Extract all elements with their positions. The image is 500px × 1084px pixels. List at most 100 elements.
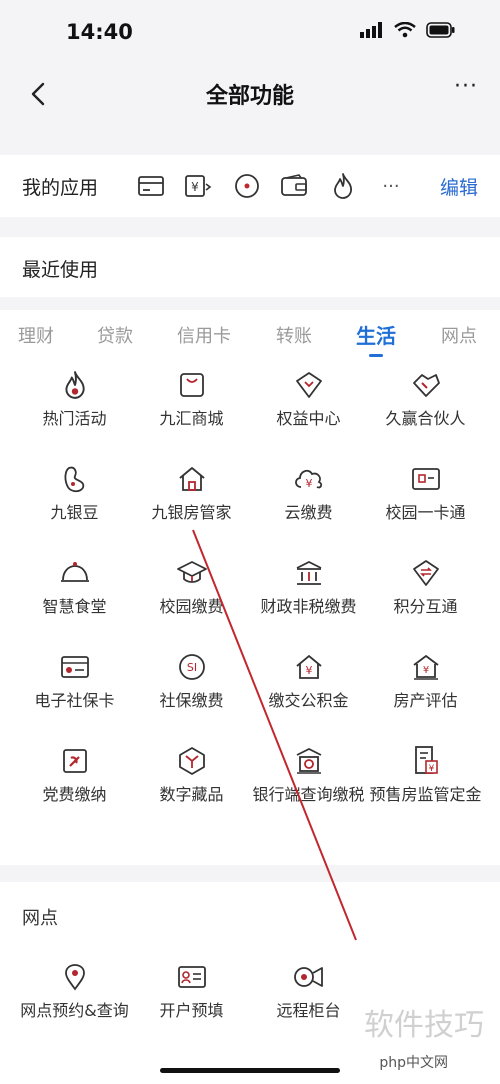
svg-text:¥: ¥ [305,477,312,490]
item-label: 九银豆 [50,503,99,522]
item-label: 网点预约&查询 [20,1001,129,1020]
points-exchange-item[interactable]: 积分互通 [363,556,488,618]
graduation-cap-icon [175,556,209,590]
item-label: 银行端查询缴税 [252,785,365,804]
status-icons [360,22,456,38]
item-label: 权益中心 [276,409,341,428]
social-security-card-icon [58,650,92,684]
svg-text:SI: SI [186,661,196,674]
item-label: 开户预填 [159,1001,224,1020]
cube-icon [175,744,209,778]
tab-daikuan[interactable]: 贷款 [97,322,133,348]
jiuyin-bean-item[interactable]: 九银豆 [12,462,137,524]
item-label: 房产评估 [393,691,458,710]
campus-payment-item[interactable]: 校园缴费 [129,556,254,618]
tab-branch[interactable]: 网点 [441,322,477,348]
form-card-icon [175,960,209,994]
si-badge-icon: SI [175,650,209,684]
card-icon[interactable] [136,171,166,201]
fiscal-payment-item[interactable]: 财政非税缴费 [246,556,371,618]
my-apps-card: 我的应用 ¥ ··· 编辑 [0,155,500,217]
smart-canteen-item[interactable]: 智慧食堂 [12,556,137,618]
jiuhui-mall-item[interactable]: 九汇商城 [129,368,254,430]
document-yuan-icon: ¥ [409,744,443,778]
housing-fund-item[interactable]: ¥ 缴交公积金 [246,650,371,712]
svg-text:¥: ¥ [191,180,199,194]
more-button[interactable]: ··· [454,74,478,99]
account-prefill-item[interactable]: 开户预填 [129,960,254,1022]
features-card: 理财 贷款 信用卡 转账 生活 网点 热门活动 九汇商城 权益中心 久赢合伙人 [0,310,500,865]
campus-card-item[interactable]: 校园一卡通 [363,462,488,524]
watermark: 软件技巧 [364,1008,484,1043]
recent-label: 最近使用 [22,259,99,281]
svg-text:¥: ¥ [305,664,312,677]
partner-item[interactable]: 久赢合伙人 [363,368,488,430]
party-emblem-icon [58,744,92,778]
signal-icon [360,22,382,38]
house-value-icon: ¥ [409,650,443,684]
watermark-site: php中文网 [379,1055,448,1071]
food-cloche-icon [58,556,92,590]
exchange-diamond-icon [409,556,443,590]
tab-credit-card[interactable]: 信用卡 [177,322,231,348]
video-camera-icon [292,960,326,994]
item-label: 校园一卡通 [385,503,466,522]
item-label: 云缴费 [284,503,333,522]
wallet-icon[interactable] [280,171,310,201]
remote-counter-item[interactable]: 远程柜台 [246,960,371,1022]
edit-button[interactable]: 编辑 [440,173,478,200]
house-icon [175,462,209,496]
my-apps-icons: ¥ ··· [136,171,406,201]
handshake-icon [409,368,443,402]
flame-icon[interactable] [328,171,358,201]
more-apps-icon[interactable]: ··· [376,171,406,201]
cloud-payment-item[interactable]: ¥ 云缴费 [246,462,371,524]
home-indicator [160,1068,340,1073]
nav-bar: 全部功能 ··· [0,64,500,124]
item-label: 预售房监管定金 [369,785,482,804]
house-yuan-icon: ¥ [292,650,326,684]
id-card-icon [409,462,443,496]
item-label: 九汇商城 [159,409,224,428]
shopping-bag-icon [175,368,209,402]
tab-licai[interactable]: 理财 [18,322,54,348]
item-label: 积分互通 [393,597,458,616]
property-valuation-item[interactable]: ¥ 房产评估 [363,650,488,712]
cloud-yuan-icon: ¥ [292,462,326,496]
hot-activity-item[interactable]: 热门活动 [12,368,137,430]
house-steward-item[interactable]: 九银房管家 [129,462,254,524]
item-label: 智慧食堂 [42,597,107,616]
bean-icon [58,462,92,496]
social-payment-item[interactable]: SI 社保缴费 [129,650,254,712]
item-label: 远程柜台 [276,1001,341,1020]
rights-center-item[interactable]: 权益中心 [246,368,371,430]
social-card-item[interactable]: 电子社保卡 [12,650,137,712]
item-label: 电子社保卡 [34,691,115,710]
tab-life[interactable]: 生活 [356,320,396,349]
yuan-transfer-icon[interactable]: ¥ [184,171,214,201]
coin-icon[interactable] [232,171,262,201]
diamond-icon [292,368,326,402]
item-label: 久赢合伙人 [385,409,466,428]
status-bar: 14:40 [0,0,500,64]
item-label: 热门活动 [42,409,107,428]
presale-deposit-item[interactable]: ¥ 预售房监管定金 [363,744,488,806]
svg-text:¥: ¥ [422,665,428,676]
svg-text:¥: ¥ [428,764,434,774]
digital-collectible-item[interactable]: 数字藏品 [129,744,254,806]
status-time: 14:40 [66,20,133,44]
location-pin-icon [58,960,92,994]
tab-transfer[interactable]: 转账 [276,322,312,348]
item-label: 九银房管家 [151,503,232,522]
party-fee-item[interactable]: 党费缴纳 [12,744,137,806]
item-label: 财政非税缴费 [260,597,357,616]
government-building-icon [292,556,326,590]
bank-tax-query-item[interactable]: 银行端查询缴税 [246,744,371,806]
active-tab-indicator [369,354,383,357]
item-label: 党费缴纳 [42,785,107,804]
item-label: 数字藏品 [159,785,224,804]
branch-section-title: 网点 [22,908,58,929]
branch-appointment-item[interactable]: 网点预约&查询 [12,960,137,1022]
recent-card: 最近使用 [0,237,500,297]
page-title: 全部功能 [205,84,294,109]
